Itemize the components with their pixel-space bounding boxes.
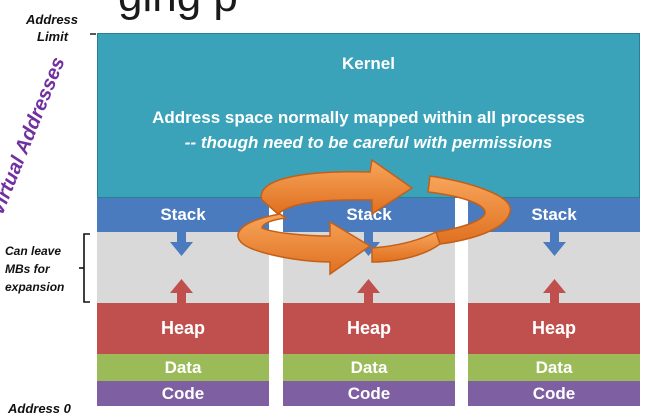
context-switch-circular-arrow-icon xyxy=(237,158,511,276)
